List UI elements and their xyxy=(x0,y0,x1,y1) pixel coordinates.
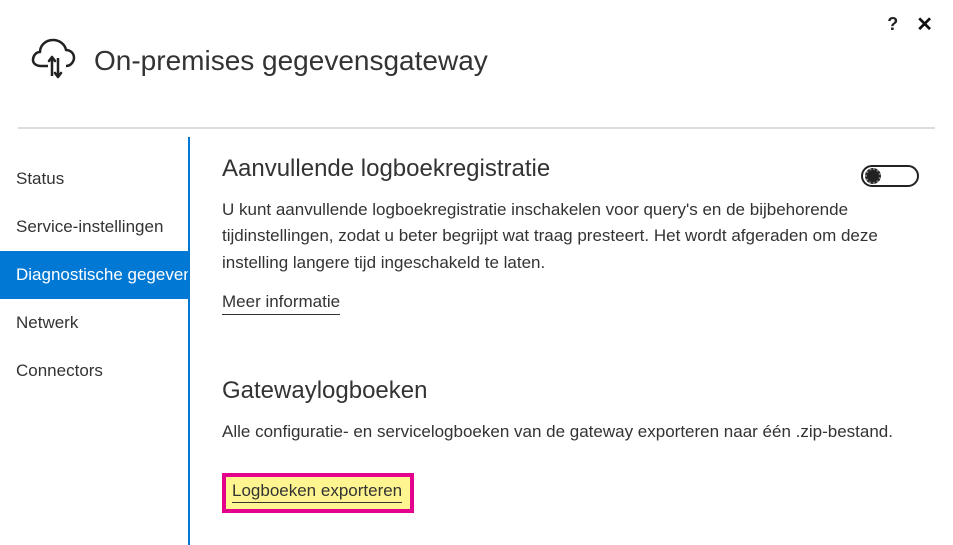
sidebar-item-service-settings[interactable]: Service-instellingen xyxy=(0,203,188,251)
logging-section-title: Aanvullende logboekregistratie xyxy=(222,155,550,183)
sidebar-item-diagnostics[interactable]: Diagnostische gegevens xyxy=(0,251,188,299)
header: On-premises gegevensgateway xyxy=(0,0,953,127)
close-icon[interactable]: ✕ xyxy=(916,15,933,35)
sidebar-item-connectors[interactable]: Connectors xyxy=(0,347,188,395)
help-icon[interactable]: ? xyxy=(887,14,898,35)
logs-description: Alle configuratie- en servicelogboeken v… xyxy=(222,419,902,445)
cloud-gateway-icon xyxy=(30,36,78,85)
export-highlight: Logboeken exporteren xyxy=(222,473,414,513)
logs-section-title: Gatewaylogboeken xyxy=(222,377,919,405)
sidebar: Status Service-instellingen Diagnostisch… xyxy=(0,137,190,545)
logging-description: U kunt aanvullende logboekregistratie in… xyxy=(222,197,902,276)
more-info-link[interactable]: Meer informatie xyxy=(222,292,340,315)
sidebar-item-status[interactable]: Status xyxy=(0,155,188,203)
logging-toggle[interactable] xyxy=(861,165,919,187)
page-title: On-premises gegevensgateway xyxy=(94,45,488,77)
header-divider xyxy=(18,127,935,129)
main-content: Aanvullende logboekregistratie U kunt aa… xyxy=(190,137,953,545)
export-logs-link[interactable]: Logboeken exporteren xyxy=(232,481,402,503)
toggle-knob-icon xyxy=(865,168,881,184)
sidebar-item-network[interactable]: Netwerk xyxy=(0,299,188,347)
